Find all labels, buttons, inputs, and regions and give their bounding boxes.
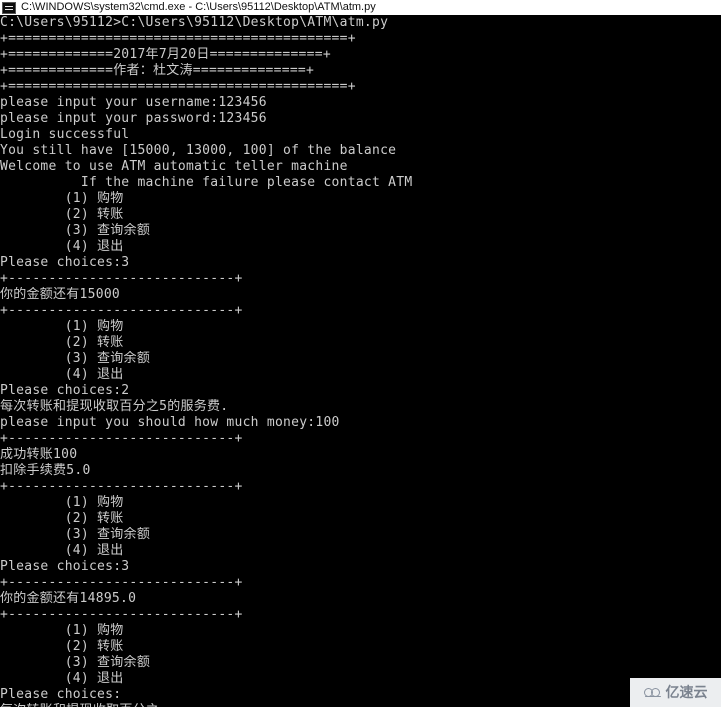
console-line: 每次转账和提现收取百分之5的服务费.: [0, 399, 229, 414]
console-line: +----------------------------+: [0, 575, 243, 590]
console-line: 你的金额还有15000: [0, 287, 120, 302]
console-line: Please choices:: [0, 687, 122, 702]
console-line: (4) 退出: [0, 671, 124, 686]
console-line: (4) 退出: [0, 239, 124, 254]
console-output-area[interactable]: C:\Users\95112>C:\Users\95112\Desktop\AT…: [0, 15, 721, 707]
console-line: Please choices:3: [0, 559, 130, 574]
console-line: +----------------------------+: [0, 271, 243, 286]
cloud-rings-icon: [643, 687, 663, 699]
console-line: (2) 转账: [0, 639, 124, 654]
console-line: +----------------------------+: [0, 431, 243, 446]
console-line: (2) 转账: [0, 511, 124, 526]
console-line: +----------------------------+: [0, 303, 243, 318]
console-line: (4) 退出: [0, 367, 124, 382]
console-line: (3) 查询余额: [0, 351, 151, 366]
console-line: (1) 购物: [0, 623, 124, 638]
cmd-console-icon: [2, 1, 16, 14]
console-line: Please choices:3: [0, 255, 130, 270]
console-line: 成功转账100: [0, 447, 78, 462]
console-line: 你的金额还有14895.0: [0, 591, 137, 606]
console-line: Please choices:2: [0, 383, 130, 398]
console-line: please input you should how much money:1…: [0, 415, 340, 430]
window-title: C:\WINDOWS\system32\cmd.exe - C:\Users\9…: [21, 1, 376, 13]
console-line: (1) 购物: [0, 495, 124, 510]
console-line: (4) 退出: [0, 543, 124, 558]
console-line: +----------------------------+: [0, 607, 243, 622]
console-line: please input your password:123456: [0, 111, 267, 126]
console-line: 扣除手续费5.0: [0, 463, 91, 478]
console-line: Welcome to use ATM automatic teller mach…: [0, 159, 348, 174]
console-line: (2) 转账: [0, 335, 124, 350]
title-bar[interactable]: C:\WINDOWS\system32\cmd.exe - C:\Users\9…: [0, 0, 721, 15]
watermark-label: 亿速云: [665, 684, 708, 701]
console-line: C:\Users\95112>C:\Users\95112\Desktop\AT…: [0, 15, 389, 30]
console-line: please input your username:123456: [0, 95, 267, 110]
console-line: 每次转账和提现收取百分之: [0, 703, 721, 707]
site-watermark: 亿速云: [630, 678, 721, 707]
cmd-console-window: C:\WINDOWS\system32\cmd.exe - C:\Users\9…: [0, 0, 721, 707]
console-line: If the machine failure please contact AT…: [0, 175, 413, 190]
console-line: +=============作者：杜文涛==============+: [0, 63, 315, 78]
console-line: You still have [15000, 13000, 100] of th…: [0, 143, 397, 158]
console-line: +=============2017年7月20日==============+: [0, 47, 331, 62]
console-line-list: C:\Users\95112>C:\Users\95112\Desktop\AT…: [0, 15, 721, 707]
console-line: +----------------------------+: [0, 479, 243, 494]
console-line: +=======================================…: [0, 79, 356, 94]
console-line: +=======================================…: [0, 31, 356, 46]
console-line: (3) 查询余额: [0, 223, 151, 238]
console-line: (1) 购物: [0, 319, 124, 334]
console-line: (3) 查询余额: [0, 655, 151, 670]
console-line: (1) 购物: [0, 191, 124, 206]
console-line: (3) 查询余额: [0, 527, 151, 542]
console-line: Login successful: [0, 127, 130, 142]
console-line: (2) 转账: [0, 207, 124, 222]
